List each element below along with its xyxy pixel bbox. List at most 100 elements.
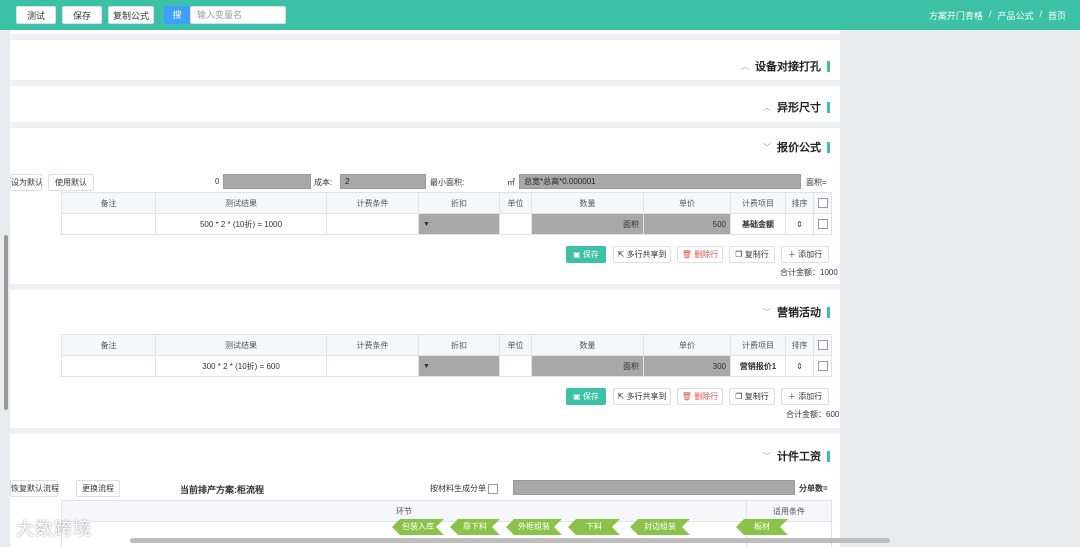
split-by-material-checkbox[interactable] [488,483,499,494]
section-title-text: 异形尺寸 [777,102,821,114]
delete-row-button[interactable]: 🗑 删除行 [677,246,723,263]
set-default-button[interactable]: 设为默认 [10,174,43,191]
copy-formula-button[interactable]: 复制公式 [108,6,154,24]
col-remark: 备注 [61,334,156,356]
chevron-down-icon: ﹀ [763,307,771,317]
share-rows-button[interactable]: ⇱ 多行共享到 [613,388,671,405]
marketing-table: 备注 测试结果 计费条件 折扣 单位 数量 单价 计费项目 排序 300 * 2… [61,334,832,377]
use-default-button[interactable]: 使用默认 [48,174,94,191]
col-qty: 数量 [531,334,644,356]
min-area-label: 最小面积: [430,178,465,187]
breadcrumb-item[interactable]: 方案开门青格 [929,9,983,22]
split-count-input[interactable] [513,480,795,495]
price-cell[interactable]: 500 [643,213,731,235]
vertical-scrollbar[interactable] [4,235,8,410]
change-flow-button[interactable]: 更换流程 [76,480,120,497]
add-row-button[interactable]: ＋ 添加行 [781,388,829,405]
copy-label: 复制行 [744,392,769,401]
title-bar [827,101,830,113]
cost-label: 成本: [314,178,333,187]
section-title-formula[interactable]: ﹀ 报价公式 [763,139,830,155]
top-bar: 测试 保存 复制公式 搜 输入变量名 方案开门青格 / 产品公式 / 首页 [0,0,1080,30]
section-divider [10,284,840,290]
save-button[interactable]: 保存 [62,6,102,24]
select-all-checkbox[interactable] [813,192,832,214]
condition-cell[interactable] [326,213,419,235]
qty-cell[interactable]: 面积 [531,213,644,235]
breadcrumb-item[interactable]: 产品公式 [997,9,1033,22]
section-title-text: 计件工资 [777,451,821,463]
section-title-text: 营销活动 [777,307,821,319]
item-cell[interactable]: 营销报价1 [730,355,786,377]
breadcrumb-sep: / [1039,9,1042,19]
condition-cell[interactable] [326,355,419,377]
area-unit: ㎡ [507,178,515,187]
sort-handle-icon[interactable]: ⇕ [785,355,814,377]
col-condition: 适用条件 [746,500,832,522]
price-cell[interactable]: 300 [643,355,731,377]
copy-row-button[interactable]: ❐ 复制行 [729,388,775,405]
main-panel: ︿ 设备对接打孔 ︿ 异形尺寸 ﹀ 报价公式 设为默认 使用默认 0 成本: 2… [10,30,840,547]
section-divider [10,34,840,40]
save-rows-button[interactable]: ▣ 保存 [566,388,606,405]
section-title-marketing[interactable]: ﹀ 营销活动 [763,304,830,320]
process-step[interactable]: 封边组装 [630,519,690,535]
min-area-input[interactable]: 2 [340,174,426,189]
test-result-cell: 500 * 2 * (10折) = 1000 [155,213,327,235]
col-price: 单价 [643,334,731,356]
row-checkbox[interactable] [813,213,832,235]
delete-label: 删除行 [694,250,719,259]
col-sort: 排序 [785,192,814,214]
section-title-text: 设备对接打孔 [755,61,821,73]
remark-cell[interactable] [61,355,156,377]
section-divider [10,80,840,86]
remark-cell[interactable] [61,213,156,235]
copy-row-button[interactable]: ❐ 复制行 [729,246,775,263]
horizontal-scrollbar[interactable] [130,538,890,543]
col-test-result: 测试结果 [155,192,327,214]
title-bar [827,141,830,153]
table-row: 500 * 2 * (10折) = 1000 ▼ 面积 500 基础金额 ⇕ [61,213,832,235]
breadcrumb-item[interactable]: 首页 [1048,9,1066,22]
right-gutter [840,30,1080,547]
process-step[interactable]: 外框组装 [506,519,562,535]
table-row [61,521,832,547]
select-all-checkbox[interactable] [813,334,832,356]
sort-handle-icon[interactable]: ⇕ [785,213,814,235]
chevron-up-icon: ︿ [741,61,749,71]
share-label: 多行共享到 [626,392,667,401]
add-row-button[interactable]: ＋ 添加行 [781,246,829,263]
col-test-result: 测试结果 [155,334,327,356]
restore-default-flow-button[interactable]: 恢复默认流程 [10,480,59,497]
share-rows-button[interactable]: ⇱ 多行共享到 [613,246,671,263]
col-unit: 单位 [499,334,532,356]
formula-table: 备注 测试结果 计费条件 折扣 单位 数量 单价 计费项目 排序 500 * 2… [61,192,832,235]
table-header: 环节 适用条件 [61,500,832,522]
formula-total: 合计金额：1000 [780,268,838,277]
delete-row-button[interactable]: 🗑 删除行 [677,388,723,405]
marketing-total: 合计金额：600 [786,410,840,419]
section-title-piecework[interactable]: ﹀ 计件工资 [763,448,830,464]
item-cell[interactable]: 基础金额 [730,213,786,235]
variable-search-input[interactable]: 输入变量名 [190,6,286,24]
area-formula-input[interactable]: 总宽*总高*0.000001 [519,174,801,189]
row-checkbox[interactable] [813,355,832,377]
discount-cell[interactable]: ▼ [418,213,500,235]
section-title-hole[interactable]: ︿ 设备对接打孔 [741,58,830,74]
delete-label: 删除行 [694,392,719,401]
col-process: 环节 [61,500,747,522]
unit-cell[interactable] [499,213,532,235]
cost-value: 0 [215,177,220,186]
col-item: 计费项目 [730,334,786,356]
discount-cell[interactable]: ▼ [418,355,500,377]
search-button[interactable]: 搜 [164,6,190,24]
test-result-cell: 300 * 2 * (10折) = 600 [155,355,327,377]
cost-input[interactable] [223,174,311,189]
save-rows-button[interactable]: ▣ 保存 [566,246,606,263]
section-title-shape[interactable]: ︿ 异形尺寸 [763,99,830,115]
qty-cell[interactable]: 面积 [531,355,644,377]
col-qty: 数量 [531,192,644,214]
area-label: 面积= [806,178,827,187]
unit-cell[interactable] [499,355,532,377]
test-button[interactable]: 测试 [16,6,56,24]
